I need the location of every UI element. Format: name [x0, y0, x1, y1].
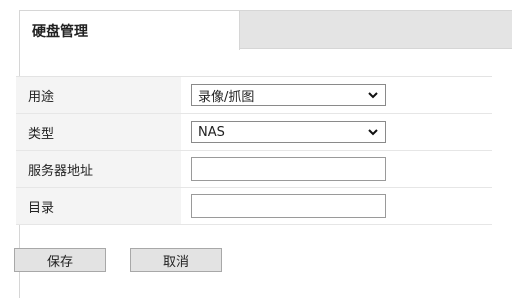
directory-input[interactable]: [191, 194, 386, 218]
usage-select[interactable]: 录像/抓图: [191, 84, 386, 106]
action-buttons: 保存 取消: [14, 248, 222, 272]
usage-label: 用途: [16, 77, 181, 113]
cancel-button[interactable]: 取消: [130, 248, 222, 272]
chevron-down-icon: [368, 92, 378, 99]
type-row: 类型 NAS: [16, 114, 492, 151]
save-button[interactable]: 保存: [14, 248, 106, 272]
server-address-label: 服务器地址: [16, 151, 181, 187]
server-address-input[interactable]: [191, 157, 386, 181]
server-address-row: 服务器地址: [16, 151, 492, 188]
directory-label: 目录: [16, 188, 181, 224]
tab-disk-management-label: 硬盘管理: [32, 24, 88, 40]
usage-select-value: 录像/抓图: [198, 89, 255, 105]
tab-bar: 硬盘管理: [20, 11, 512, 50]
directory-row: 目录: [16, 188, 492, 225]
chevron-down-icon: [368, 129, 378, 136]
type-label: 类型: [16, 114, 181, 150]
type-select[interactable]: NAS: [191, 121, 386, 143]
disk-settings-form: 用途 录像/抓图 类型 NAS 服务器地址 目录: [16, 76, 492, 225]
usage-row: 用途 录像/抓图: [16, 77, 492, 114]
type-select-value: NAS: [198, 124, 225, 140]
tab-bar-filler: [240, 11, 512, 49]
tab-disk-management[interactable]: 硬盘管理: [20, 11, 240, 50]
